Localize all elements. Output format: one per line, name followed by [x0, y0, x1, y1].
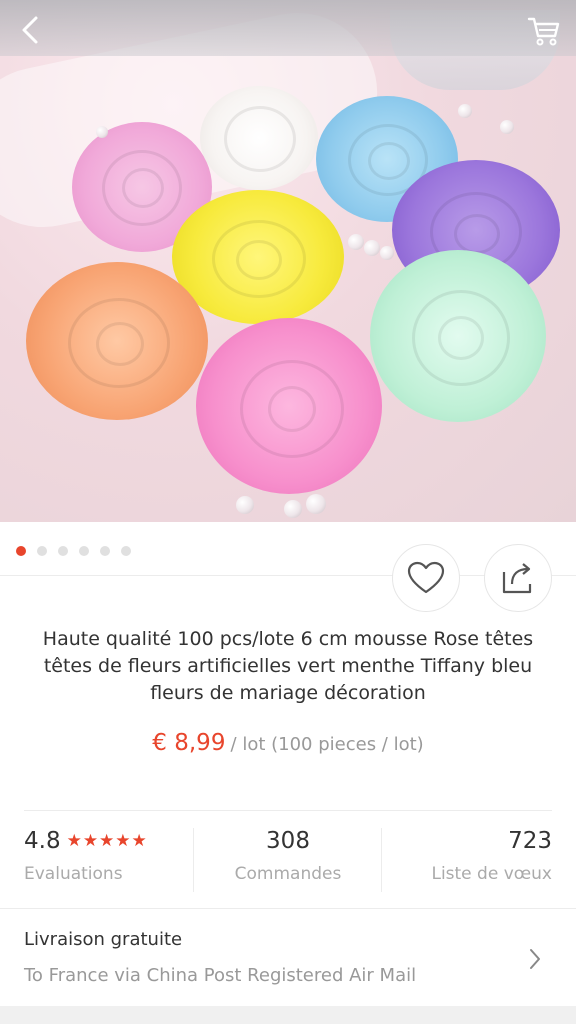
pearl	[500, 120, 514, 134]
share-button[interactable]	[484, 544, 552, 612]
pearl	[458, 104, 472, 118]
rose-mint	[370, 250, 546, 422]
price-unit: / lot (100 pieces / lot)	[230, 734, 424, 755]
price-line: € 8,99 / lot (100 pieces / lot)	[0, 730, 576, 756]
product-image[interactable]	[0, 0, 576, 522]
rating-value: 4.8	[24, 828, 61, 854]
chevron-right-icon	[530, 949, 540, 969]
rose-white	[200, 86, 318, 190]
gallery-pagination	[16, 546, 131, 558]
pearl	[284, 500, 302, 518]
rose-hot-pink	[196, 318, 382, 494]
heart-icon	[407, 561, 445, 594]
pearl	[306, 494, 326, 514]
gallery-dot[interactable]	[37, 546, 47, 556]
rating-stars-icon: ★★★★★	[66, 831, 148, 851]
pearl	[364, 240, 380, 256]
share-icon	[502, 563, 532, 594]
product-price: € 8,99	[152, 730, 226, 756]
pearl	[348, 234, 364, 250]
gallery-dot[interactable]	[58, 546, 68, 556]
shipping-row[interactable]: Livraison gratuite To France via China P…	[0, 909, 576, 1005]
wishlist-value: 723	[508, 828, 552, 854]
stat-rating[interactable]: 4.8 ★★★★★ Evaluations	[24, 828, 148, 892]
wishlist-label: Liste de vœux	[431, 864, 552, 884]
gallery-dot[interactable]	[121, 546, 131, 556]
gallery-dot[interactable]	[79, 546, 89, 556]
pearl	[96, 126, 108, 138]
pearl	[380, 246, 394, 260]
orders-value: 308	[266, 828, 310, 854]
divider	[24, 810, 552, 811]
section-separator	[0, 1006, 576, 1024]
back-button[interactable]	[14, 12, 50, 48]
rose-peach	[26, 262, 208, 420]
pearl	[236, 496, 254, 514]
chevron-left-icon	[22, 16, 38, 44]
product-title: Haute qualité 100 pcs/lote 6 cm mousse R…	[42, 628, 534, 704]
shipping-title: Livraison gratuite	[24, 929, 183, 950]
gallery-dot-active[interactable]	[16, 546, 26, 556]
product-stats: 4.8 ★★★★★ Evaluations 308 Commandes 723 L…	[0, 828, 576, 892]
stat-orders[interactable]: 308 Commandes	[194, 828, 382, 892]
shipping-detail: To France via China Post Registered Air …	[24, 965, 417, 986]
rating-label: Evaluations	[24, 864, 123, 884]
stat-wishlist[interactable]: 723 Liste de vœux	[382, 828, 552, 892]
top-bar	[0, 0, 576, 56]
cart-icon	[527, 17, 560, 46]
gallery-dot[interactable]	[100, 546, 110, 556]
cart-button[interactable]	[526, 12, 562, 48]
favorite-button[interactable]	[392, 544, 460, 612]
orders-label: Commandes	[234, 864, 342, 884]
